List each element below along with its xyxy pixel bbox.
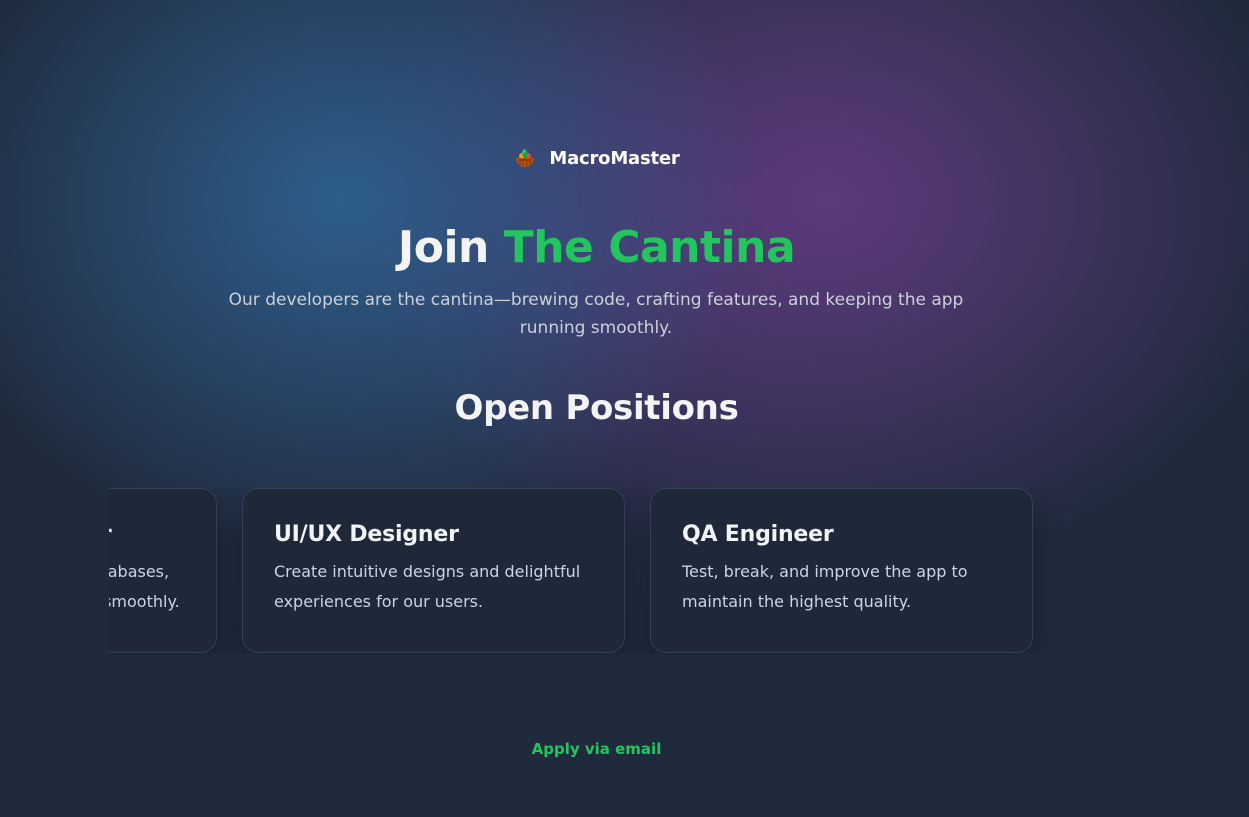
hero-title-prefix: Join	[397, 222, 490, 273]
careers-page: MacroMaster Join The Cantina Our develop…	[0, 0, 1249, 817]
position-title: UI/UX Designer	[274, 522, 459, 547]
apply-via-email-link[interactable]: Apply via email	[532, 740, 662, 758]
position-card[interactable]: Back-End Developer Build robust APIs, ma…	[109, 488, 217, 653]
hero-title-accent: The Cantina	[503, 222, 796, 273]
positions-track: Back-End Developer Build robust APIs, ma…	[109, 488, 1033, 653]
hero-subtitle: Our developers are the cantina—brewing c…	[228, 290, 964, 338]
position-description: Create intuitive designs and delightful …	[274, 562, 581, 611]
positions-carousel[interactable]: Back-End Developer Build robust APIs, ma…	[109, 488, 1085, 654]
position-description: Build robust APIs, manage databases, and…	[109, 562, 180, 611]
position-description: Test, break, and improve the app to main…	[682, 562, 968, 611]
position-title: Back-End Developer	[109, 522, 185, 547]
apply-section: Apply via email	[0, 739, 1249, 758]
position-card[interactable]: UI/UX Designer Create intuitive designs …	[242, 488, 625, 653]
salad-bowl-icon	[516, 149, 535, 167]
position-title: QA Engineer	[682, 522, 834, 547]
position-card[interactable]: QA Engineer Test, break, and improve the…	[650, 488, 1033, 653]
brand-name: MacroMaster	[549, 147, 680, 169]
hero-title: Join The Cantina	[0, 222, 1249, 273]
brand[interactable]: MacroMaster	[0, 146, 1249, 170]
open-positions-heading: Open Positions	[454, 388, 739, 428]
